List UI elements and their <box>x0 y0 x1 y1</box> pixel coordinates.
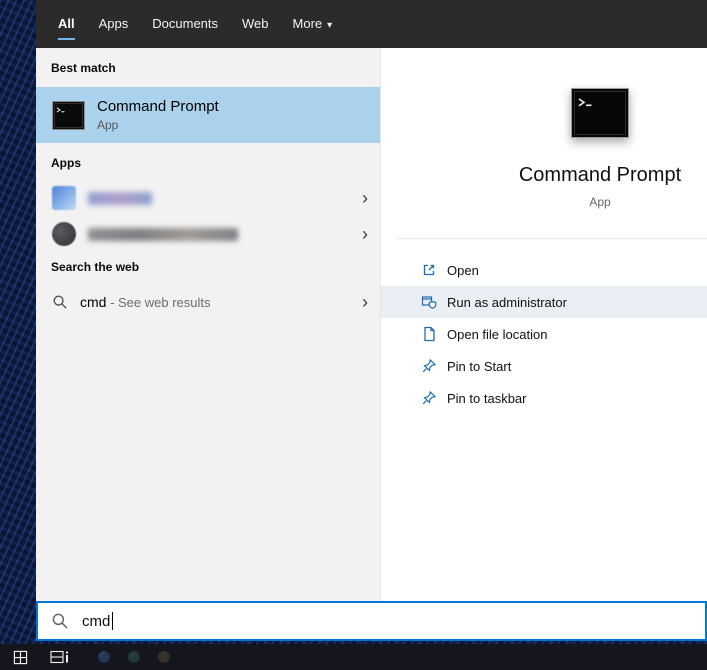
tab-documents[interactable]: Documents <box>152 0 218 48</box>
search-icon <box>51 612 69 630</box>
query-text: cmd <box>80 294 106 310</box>
action-pin-to-start[interactable]: Pin to Start <box>381 350 707 382</box>
action-run-as-administrator[interactable]: Run as administrator <box>381 286 707 318</box>
taskbar-app-icon[interactable] <box>158 651 170 663</box>
search-filter-tabs: All Apps Documents Web More ▾ <box>36 0 707 48</box>
tab-label: All <box>58 16 75 31</box>
web-result-text: cmd - See web results <box>80 294 211 310</box>
results-pane: Best match Command Prompt App Apps › <box>36 48 380 601</box>
divider <box>397 238 707 239</box>
chevron-right-icon[interactable]: › <box>362 225 368 243</box>
best-match-text: Command Prompt App <box>97 98 219 132</box>
chevron-right-icon[interactable]: › <box>362 189 368 207</box>
app-icon <box>52 186 76 210</box>
search-the-web-header: Search the web <box>51 260 139 274</box>
context-actions: Open Run as administrator Open file <box>381 254 707 414</box>
command-prompt-icon <box>52 101 85 130</box>
windows-search-flyout: All Apps Documents Web More ▾ Best match … <box>36 0 707 641</box>
preview-title: Command Prompt <box>450 164 707 187</box>
best-match-result-command-prompt[interactable]: Command Prompt App <box>36 87 380 143</box>
tab-label: Apps <box>99 16 129 31</box>
tab-web[interactable]: Web <box>242 0 269 48</box>
command-prompt-icon-large <box>571 88 629 138</box>
start-button[interactable] <box>0 644 40 670</box>
action-open-file-location[interactable]: Open file location <box>381 318 707 350</box>
tab-label: More <box>293 16 323 31</box>
tab-apps[interactable]: Apps <box>99 0 129 48</box>
app-result-1[interactable]: › <box>36 180 380 216</box>
app-icon <box>52 222 76 246</box>
taskbar-app-icon[interactable] <box>98 651 110 663</box>
apps-header: Apps <box>51 156 81 170</box>
action-label: Pin to taskbar <box>447 391 527 406</box>
result-type: App <box>97 118 219 132</box>
result-title: Command Prompt <box>97 98 219 115</box>
best-match-header: Best match <box>51 61 116 75</box>
admin-shield-icon <box>421 294 437 310</box>
preview-type: App <box>450 195 707 209</box>
pin-icon <box>421 358 437 374</box>
action-label: Open file location <box>447 327 547 342</box>
redacted-app-name <box>88 228 238 241</box>
see-web-results-text: - See web results <box>106 295 210 310</box>
pin-icon <box>421 390 437 406</box>
task-view-button[interactable] <box>40 644 80 670</box>
action-pin-to-taskbar[interactable]: Pin to taskbar <box>381 382 707 414</box>
open-icon <box>421 262 437 278</box>
chevron-right-icon[interactable]: › <box>362 293 368 311</box>
tab-more[interactable]: More ▾ <box>293 0 333 48</box>
tab-label: Web <box>242 16 269 31</box>
action-open[interactable]: Open <box>381 254 707 286</box>
text-caret <box>112 612 113 630</box>
action-label: Open <box>447 263 479 278</box>
tab-label: Documents <box>152 16 218 31</box>
taskbar-search-box[interactable]: cmd <box>36 601 707 641</box>
web-search-result[interactable]: cmd - See web results › <box>36 284 380 320</box>
search-input[interactable]: cmd <box>82 613 110 630</box>
action-label: Pin to Start <box>447 359 511 374</box>
redacted-app-name <box>88 192 152 205</box>
chevron-down-icon: ▾ <box>327 20 332 31</box>
app-result-2[interactable]: › <box>36 216 380 252</box>
preview-pane: Command Prompt App Open Run <box>380 48 707 601</box>
search-icon <box>52 294 68 310</box>
action-label: Run as administrator <box>447 295 567 310</box>
file-location-icon <box>421 326 437 342</box>
taskbar-app-icon[interactable] <box>128 651 140 663</box>
taskbar <box>0 644 707 670</box>
tab-all[interactable]: All <box>58 0 75 48</box>
